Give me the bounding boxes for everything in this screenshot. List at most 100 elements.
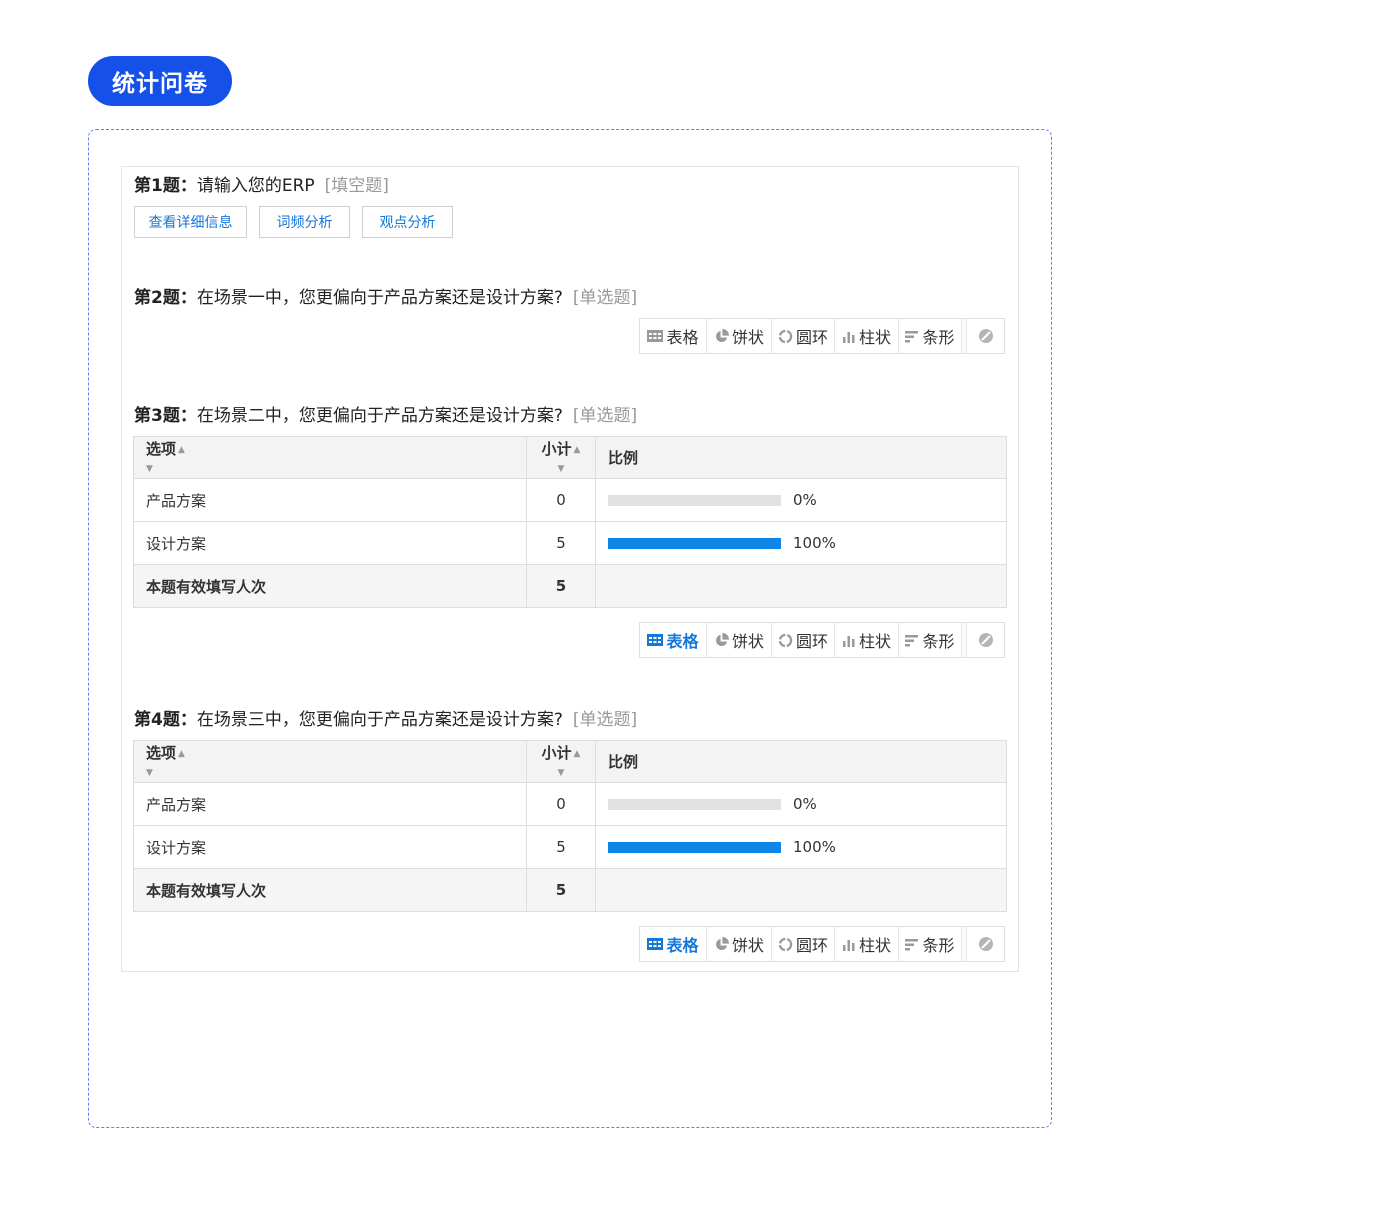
view-bar-button[interactable]: 条形	[899, 623, 962, 657]
bar-chart-icon	[905, 330, 919, 342]
opinion-analysis-button[interactable]: 观点分析	[362, 206, 453, 238]
table-row: 产品方案 0 0%	[133, 478, 1007, 522]
view-pie-label: 饼状	[731, 936, 764, 955]
total-row: 本题有效填写人次 5	[133, 564, 1007, 608]
option-column-header[interactable]: 选项 ▲ ▼	[133, 740, 527, 783]
view-column-button[interactable]: 柱状	[835, 927, 899, 961]
total-count: 5	[526, 564, 596, 608]
question-type: [单选题]	[572, 288, 638, 308]
question-3-view-toolbar: 表格 饼状 圆环 柱状 条形	[639, 622, 1005, 658]
count-column-header[interactable]: 小计 ▲ ▼	[526, 436, 596, 479]
question-4-view-toolbar: 表格 饼状 圆环 柱状 条形	[639, 926, 1005, 962]
column-chart-icon	[842, 331, 855, 343]
question-4-stats-table: 选项 ▲ ▼ 小计 ▲ ▼ 比例 产品方案 0 0% 设计方案 5 100% 本题有效填…	[133, 740, 1007, 912]
view-bar-button[interactable]: 条形	[899, 927, 962, 961]
view-table-button[interactable]: 表格	[640, 927, 707, 961]
view-ring-button[interactable]: 圆环	[772, 927, 835, 961]
question-number: 第2题：	[134, 288, 197, 308]
ratio-text: 0%	[793, 491, 817, 509]
table-icon	[647, 938, 664, 950]
option-cell: 设计方案	[133, 825, 527, 869]
table-header-row: 选项 ▲ ▼ 小计 ▲ ▼ 比例	[133, 740, 1007, 783]
ratio-cell: 100%	[595, 521, 1007, 565]
option-column-header[interactable]: 选项 ▲ ▼	[133, 436, 527, 479]
bar-chart-icon	[905, 938, 919, 950]
donut-chart-icon	[778, 937, 793, 951]
page-title-badge: 统计问卷	[88, 56, 232, 106]
ratio-bar	[608, 494, 781, 506]
donut-chart-icon	[778, 329, 793, 343]
view-details-button[interactable]: 查看详细信息	[134, 206, 247, 238]
question-type: [单选题]	[572, 406, 638, 426]
count-column-header[interactable]: 小计 ▲ ▼	[526, 740, 596, 783]
question-text: 请输入您的ERP	[196, 176, 315, 196]
ratio-text: 100%	[793, 838, 836, 856]
view-table-label: 表格	[666, 936, 699, 955]
table-header-row: 选项 ▲ ▼ 小计 ▲ ▼ 比例	[133, 436, 1007, 479]
view-table-label: 表格	[666, 328, 699, 347]
ratio-bar	[608, 841, 781, 853]
hide-chart-button[interactable]	[966, 319, 1004, 353]
view-bar-label: 条形	[922, 632, 955, 651]
bar-chart-icon	[905, 634, 919, 646]
question-number: 第3题：	[134, 406, 197, 426]
view-pie-button[interactable]: 饼状	[707, 623, 772, 657]
hide-chart-button[interactable]	[966, 927, 1004, 961]
column-chart-icon	[842, 635, 855, 647]
column-chart-icon	[842, 939, 855, 951]
table-row: 产品方案 0 0%	[133, 782, 1007, 826]
view-bar-label: 条形	[922, 936, 955, 955]
hide-chart-button[interactable]	[966, 623, 1004, 657]
view-ring-button[interactable]: 圆环	[772, 319, 835, 353]
disable-icon	[978, 937, 993, 951]
question-3-title: 第3题：在场景二中，您更偏向于产品方案还是设计方案? [单选题]	[134, 401, 637, 426]
question-1-title: 第1题：请输入您的ERP [填空题]	[134, 171, 389, 196]
table-row: 设计方案 5 100%	[133, 825, 1007, 869]
ratio-bar	[608, 537, 781, 549]
ratio-column-header: 比例	[595, 436, 1007, 479]
question-text: 在场景三中，您更偏向于产品方案还是设计方案?	[196, 710, 563, 730]
disable-icon	[978, 329, 993, 343]
word-frequency-button[interactable]: 词频分析	[259, 206, 350, 238]
option-cell: 产品方案	[133, 478, 527, 522]
option-cell: 产品方案	[133, 782, 527, 826]
view-pie-label: 饼状	[731, 328, 764, 347]
view-ring-button[interactable]: 圆环	[772, 623, 835, 657]
view-bar-label: 条形	[922, 328, 955, 347]
count-cell: 5	[526, 521, 596, 565]
question-type: [填空题]	[324, 176, 389, 196]
view-column-label: 柱状	[858, 328, 891, 347]
view-bar-button[interactable]: 条形	[899, 319, 962, 353]
disable-icon	[978, 633, 993, 647]
view-column-label: 柱状	[858, 936, 891, 955]
view-table-label: 表格	[666, 632, 699, 651]
question-text: 在场景一中，您更偏向于产品方案还是设计方案?	[196, 288, 563, 308]
donut-chart-icon	[778, 633, 793, 647]
view-ring-label: 圆环	[795, 328, 828, 347]
ratio-cell: 0%	[595, 478, 1007, 522]
total-label: 本题有效填写人次	[133, 564, 527, 608]
view-pie-button[interactable]: 饼状	[707, 927, 772, 961]
view-table-button[interactable]: 表格	[640, 623, 707, 657]
view-ring-label: 圆环	[795, 936, 828, 955]
view-table-button[interactable]: 表格	[640, 319, 707, 353]
view-pie-button[interactable]: 饼状	[707, 319, 772, 353]
pie-chart-icon	[715, 936, 729, 950]
ratio-cell: 100%	[595, 825, 1007, 869]
view-column-button[interactable]: 柱状	[835, 623, 899, 657]
table-icon	[647, 634, 664, 646]
count-cell: 5	[526, 825, 596, 869]
table-row: 设计方案 5 100%	[133, 521, 1007, 565]
ratio-text: 0%	[793, 795, 817, 813]
view-pie-label: 饼状	[731, 632, 764, 651]
view-column-label: 柱状	[858, 632, 891, 651]
view-ring-label: 圆环	[795, 632, 828, 651]
ratio-text: 100%	[793, 534, 836, 552]
question-type: [单选题]	[572, 710, 638, 730]
total-label: 本题有效填写人次	[133, 868, 527, 912]
total-empty	[595, 868, 1007, 912]
pie-chart-icon	[715, 328, 729, 342]
view-column-button[interactable]: 柱状	[835, 319, 899, 353]
total-count: 5	[526, 868, 596, 912]
option-cell: 设计方案	[133, 521, 527, 565]
